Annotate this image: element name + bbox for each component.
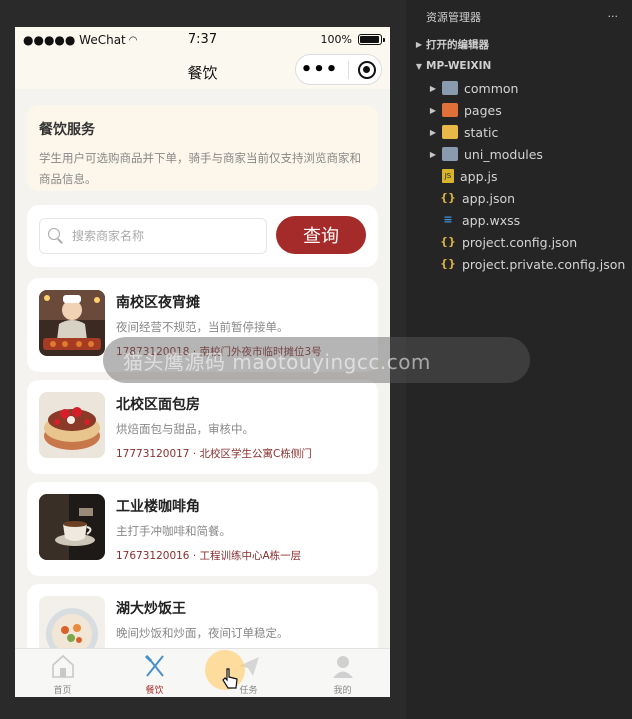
tab-label: 首页 <box>53 686 72 696</box>
folder-icon <box>442 125 458 139</box>
shop-image <box>39 494 105 560</box>
css-file-icon: ≡ <box>443 213 453 226</box>
service-description: 学生用户可选购商品并下单，骑手与商家当前仅支持浏览商家和商品信息。 <box>39 151 361 186</box>
watermark: 猫头鹰源码 maotouyingcc.com <box>103 337 530 383</box>
chevron-right-icon: ▶ <box>429 105 437 115</box>
chevron-right-icon: ▶ <box>429 127 437 137</box>
tree-item-app-js[interactable]: JS app.js <box>406 165 632 187</box>
tree-item-common[interactable]: ▶ common <box>406 77 632 99</box>
open-editors-section[interactable]: ▶ 打开的编辑器 <box>406 33 632 55</box>
capsule-divider <box>347 60 349 79</box>
explorer-title: 资源管理器 <box>426 10 481 24</box>
tab-label: 餐饮 <box>145 686 164 696</box>
close-miniprogram-icon[interactable] <box>358 60 377 79</box>
shop-card[interactable]: 北校区面包房 烘焙面包与甜品，审核中。 17773120017 · 北校区学生公… <box>27 380 378 474</box>
tab-profile[interactable]: 我的 <box>305 649 380 697</box>
tree-item-project-config[interactable]: {} project.config.json <box>406 231 632 253</box>
shop-description: 夜间经营不规范，当前暂停接单。 <box>116 320 289 334</box>
battery-status: 100% <box>321 33 385 46</box>
explorer-header: 资源管理器 ··· <box>406 0 632 33</box>
tab-bar: 首页 餐饮 任务 我的 <box>15 648 390 697</box>
tree-item-project-private-config[interactable]: {} project.private.config.json <box>406 253 632 275</box>
tree-item-app-json[interactable]: {} app.json <box>406 187 632 209</box>
chevron-right-icon: ▶ <box>429 83 437 93</box>
folder-icon <box>442 81 458 95</box>
shop-contact: 17773120017 · 北校区学生公寓C栋侧门 <box>116 448 312 460</box>
json-file-icon: {} <box>440 257 456 270</box>
service-title: 餐饮服务 <box>39 122 95 138</box>
tab-dining[interactable]: 餐饮 <box>117 649 192 697</box>
project-section[interactable]: ▼ MP-WEIXIN <box>406 55 632 77</box>
js-file-icon: JS <box>442 169 454 183</box>
query-button[interactable]: 查询 <box>276 216 366 254</box>
search-card: 查询 <box>27 205 378 267</box>
more-button[interactable]: ••• <box>301 60 339 78</box>
menu-capsule: ••• <box>295 54 382 85</box>
navigation-bar: 餐饮 ••• <box>15 53 390 89</box>
shop-name: 工业楼咖啡角 <box>116 499 200 515</box>
search-input[interactable] <box>72 229 252 243</box>
shop-description: 主打手冲咖啡和简餐。 <box>116 524 231 538</box>
tree-item-static[interactable]: ▶ static <box>406 121 632 143</box>
json-file-icon: {} <box>440 235 456 248</box>
chevron-right-icon: ▶ <box>415 39 423 49</box>
shop-name: 南校区夜宵摊 <box>116 295 200 311</box>
shop-name: 北校区面包房 <box>116 397 200 413</box>
json-file-icon: {} <box>440 191 456 204</box>
user-icon <box>330 653 356 679</box>
tree-item-app-wxss[interactable]: ≡ app.wxss <box>406 209 632 231</box>
shop-contact: 17673120016 · 工程训练中心A栋一层 <box>116 550 302 562</box>
tab-label: 我的 <box>333 686 352 696</box>
status-bar: ●●●●● WeChat ◠ 7:37 100% <box>15 27 390 53</box>
battery-icon <box>358 34 385 45</box>
shop-description: 晚间炒饭和炒面，夜间订单稳定。 <box>116 626 289 640</box>
hand-cursor-icon <box>222 668 238 689</box>
shop-description: 烘焙面包与甜品，审核中。 <box>116 422 254 436</box>
shop-image <box>39 290 105 356</box>
shop-card[interactable]: 工业楼咖啡角 主打手冲咖啡和简餐。 17673120016 · 工程训练中心A栋… <box>27 482 378 576</box>
folder-icon <box>442 147 458 161</box>
fork-knife-icon <box>142 653 168 679</box>
folder-icon <box>442 103 458 117</box>
search-box[interactable] <box>39 218 267 254</box>
tree-item-pages[interactable]: ▶ pages <box>406 99 632 121</box>
home-icon <box>50 653 76 679</box>
tree-item-uni-modules[interactable]: ▶ uni_modules <box>406 143 632 165</box>
shop-image <box>39 392 105 458</box>
chevron-down-icon: ▼ <box>415 61 423 71</box>
shop-name: 湖大炒饭王 <box>116 601 186 617</box>
explorer-more-button[interactable]: ··· <box>608 10 619 23</box>
tab-home[interactable]: 首页 <box>25 649 100 697</box>
service-info-card: 餐饮服务 学生用户可选购商品并下单，骑手与商家当前仅支持浏览商家和商品信息。 <box>27 105 378 191</box>
chevron-right-icon: ▶ <box>429 149 437 159</box>
search-icon <box>48 228 64 244</box>
